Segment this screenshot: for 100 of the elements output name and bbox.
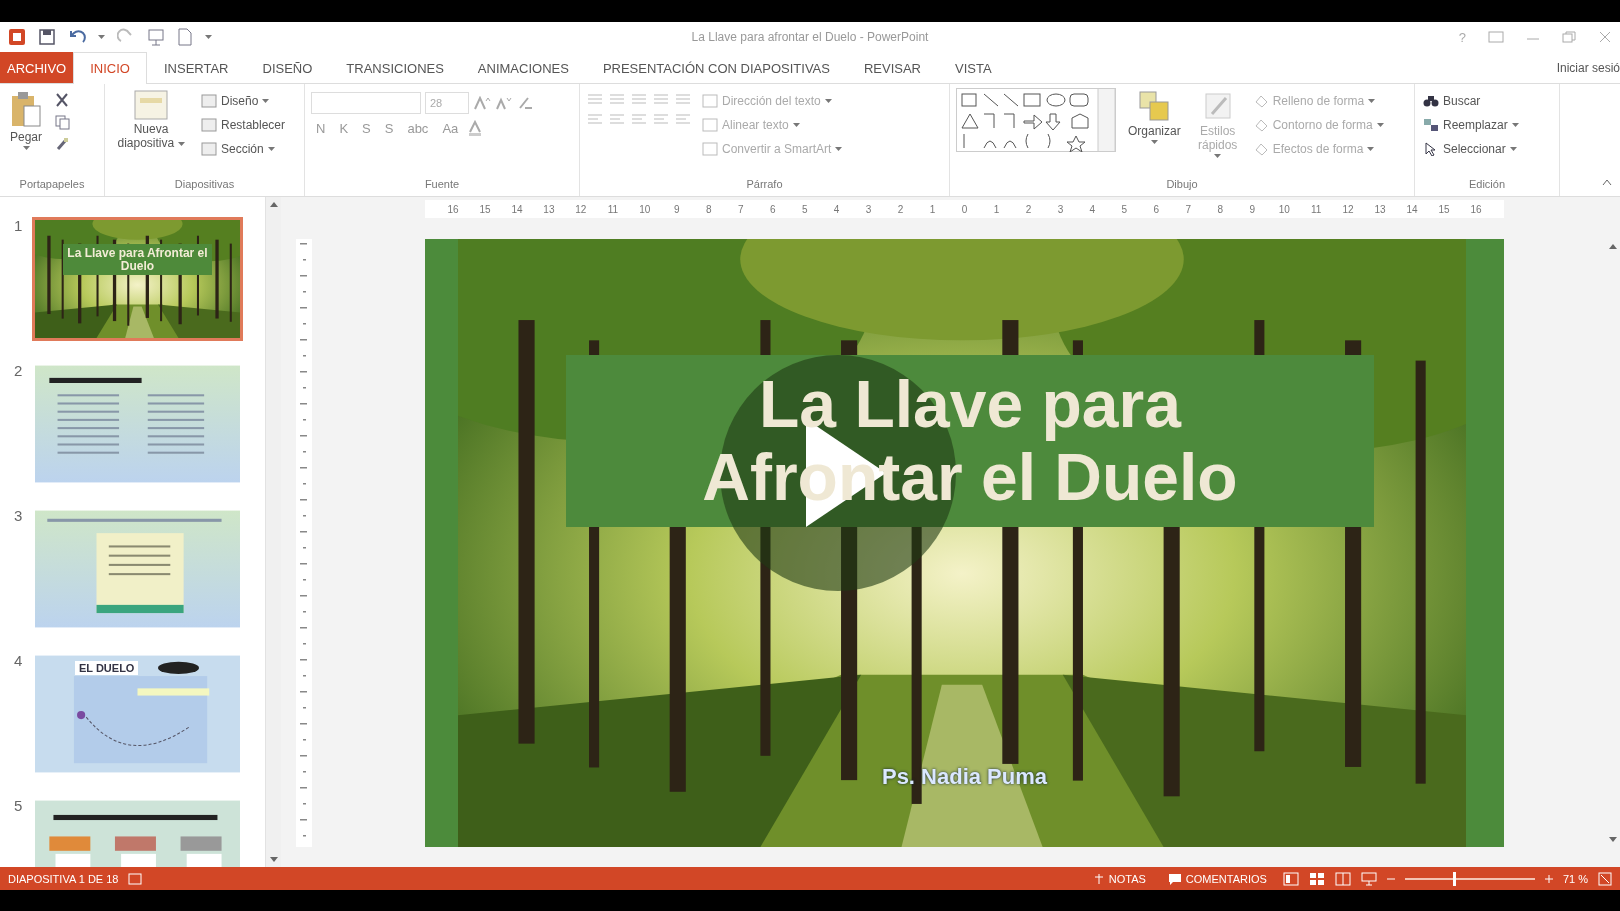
ribbon-tab[interactable]: PRESENTACIÓN CON DIAPOSITIVAS xyxy=(585,52,847,83)
presentation-icon[interactable] xyxy=(147,28,165,46)
caret-icon[interactable] xyxy=(22,146,30,151)
ruler-number: 4 xyxy=(832,203,841,215)
shapes-gallery-drawing[interactable] xyxy=(956,88,1116,152)
slide-thumbnail[interactable]: La Llave para Afrontar el Duelo xyxy=(32,217,243,341)
collapse-ribbon-icon[interactable] xyxy=(1602,178,1612,186)
sign-in-link[interactable]: Iniciar sesió xyxy=(1556,60,1620,75)
shrink-font-icon[interactable] xyxy=(495,96,513,110)
slideshow-icon[interactable] xyxy=(1360,871,1377,886)
layout-icon xyxy=(201,118,217,132)
ruler-number: 6 xyxy=(1152,203,1161,215)
ruler-number: 0 xyxy=(960,203,969,215)
caret-icon[interactable] xyxy=(267,146,275,152)
find-button[interactable]: Buscar xyxy=(1421,92,1521,110)
ruler-number: 6 xyxy=(768,203,777,215)
close-icon[interactable] xyxy=(1598,31,1612,43)
replace-button[interactable]: Reemplazar xyxy=(1421,116,1521,134)
comments-button[interactable]: COMENTARIOS xyxy=(1161,871,1273,886)
thumbnail-title: La Llave para Afrontar el Duelo xyxy=(63,244,212,276)
ribbon-tab[interactable]: TRANSICIONES xyxy=(329,52,461,83)
ribbon-tab[interactable]: VISTA xyxy=(938,52,1009,83)
zoom-level[interactable]: 71 % xyxy=(1562,872,1588,885)
slide-number: 5 xyxy=(14,797,22,816)
format-button[interactable]: S xyxy=(357,120,376,136)
slide-number: 4 xyxy=(14,652,22,671)
scroll-down-icon[interactable] xyxy=(269,857,278,863)
text-box-icon xyxy=(702,94,718,108)
ribbon-tab[interactable]: REVISAR xyxy=(846,52,938,83)
help-button[interactable]: ? xyxy=(1458,29,1466,45)
grow-font-icon[interactable] xyxy=(473,96,491,110)
slide-sorter-icon[interactable] xyxy=(1308,871,1325,886)
format-button[interactable]: N xyxy=(311,120,331,136)
scroll-up-icon[interactable] xyxy=(269,201,278,207)
caret-icon[interactable] xyxy=(262,98,270,104)
ruler-number: 12 xyxy=(1342,203,1355,215)
font-color-icon[interactable] xyxy=(467,120,484,136)
fit-slide-icon[interactable] xyxy=(1598,871,1612,886)
reading-view-icon[interactable] xyxy=(1334,871,1351,886)
binoculars-icon xyxy=(1423,94,1439,108)
ruler-number: 1 xyxy=(928,203,937,215)
cut-icon[interactable] xyxy=(54,92,71,108)
replace-icon xyxy=(1423,118,1439,132)
font-size-field[interactable]: 28 xyxy=(425,92,469,114)
caret-icon[interactable] xyxy=(205,34,212,40)
reset-button[interactable]: Restablecer xyxy=(199,116,288,134)
text-box-icon xyxy=(702,142,718,156)
ribbon-tab[interactable]: DISEÑO xyxy=(245,52,330,83)
ruler-number: 11 xyxy=(1310,203,1323,215)
format-button[interactable]: K xyxy=(334,120,354,136)
caret-icon[interactable] xyxy=(1511,122,1519,128)
ruler-number: 1 xyxy=(992,203,1001,215)
ruler-number: 7 xyxy=(736,203,745,215)
layout-button[interactable]: Diseño xyxy=(199,92,288,110)
slide-title: La Llave para xyxy=(759,368,1181,441)
new-slide-button[interactable]: Nueva diapositiva xyxy=(111,88,191,178)
slide-subtitle: Ps. Nadia Puma xyxy=(881,764,1048,789)
app-logo-icon[interactable] xyxy=(8,28,26,46)
format-button[interactable]: abc xyxy=(402,120,434,136)
ruler-number: 4 xyxy=(1088,203,1097,215)
ruler-number: 10 xyxy=(638,203,651,215)
ribbon-tab[interactable]: INSERTAR xyxy=(146,52,246,83)
copy-icon[interactable] xyxy=(54,114,71,130)
document-icon[interactable] xyxy=(177,28,193,46)
scrollbar[interactable] xyxy=(265,197,281,867)
ruler-number: 3 xyxy=(864,203,873,215)
group-label: Portapapeles xyxy=(18,178,86,192)
notes-button[interactable]: NOTAS xyxy=(1086,871,1152,886)
group-label: Dibujo xyxy=(1165,178,1199,192)
caret-icon[interactable] xyxy=(1150,140,1158,145)
section-button[interactable]: Sección xyxy=(199,140,288,158)
arrange-button[interactable]: Organizar xyxy=(1124,88,1185,178)
slider-thumb[interactable] xyxy=(1453,871,1457,886)
ruler-number: 16 xyxy=(1470,203,1482,215)
caret-icon[interactable] xyxy=(177,142,185,147)
ribbon-tab[interactable]: INICIO xyxy=(73,52,147,84)
ribbon-tab[interactable]: ANIMACIONES xyxy=(460,52,586,83)
ruler-number: 14 xyxy=(510,203,523,215)
ruler-number: 9 xyxy=(1248,203,1256,215)
format-brush-icon[interactable] xyxy=(54,136,71,152)
clear-format-icon[interactable] xyxy=(517,96,533,110)
slide-thumbnail[interactable]: EL DUELO xyxy=(32,652,243,776)
group-label: Diapositivas xyxy=(173,178,236,192)
format-button[interactable]: Aa xyxy=(437,120,464,136)
caret-icon[interactable] xyxy=(1509,146,1517,152)
format-button[interactable]: S xyxy=(379,120,399,136)
caret-icon[interactable] xyxy=(98,34,105,40)
ruler-number: 5 xyxy=(800,203,809,215)
save-icon[interactable] xyxy=(38,28,56,46)
ruler-number: 12 xyxy=(574,203,587,215)
ruler-number: 2 xyxy=(1024,203,1033,215)
select-button[interactable]: Seleccionar xyxy=(1421,140,1521,158)
file-tab[interactable]: ARCHIVO xyxy=(0,52,74,83)
zoom-in-icon[interactable] xyxy=(1544,874,1553,883)
ruler-number: 8 xyxy=(1216,203,1225,215)
group-label: Párrafo xyxy=(745,178,784,192)
paste-button[interactable]: Pegar xyxy=(6,88,47,178)
normal-view-icon[interactable] xyxy=(1282,871,1299,886)
slide-counter: DIAPOSITIVA 1 DE 18 xyxy=(8,872,119,885)
font-name-field[interactable] xyxy=(311,92,421,114)
